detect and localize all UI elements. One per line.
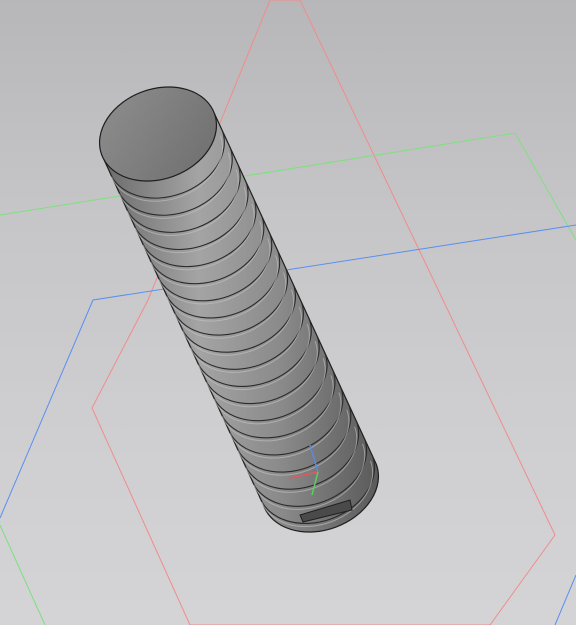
3d-viewport[interactable]: [0, 0, 576, 625]
green-plane-lower[interactable]: [0, 524, 46, 625]
blue-plane-right[interactable]: [554, 574, 576, 625]
screw-model[interactable]: [86, 71, 379, 533]
green-plane[interactable]: [0, 132, 576, 241]
scene-canvas[interactable]: [0, 0, 576, 625]
